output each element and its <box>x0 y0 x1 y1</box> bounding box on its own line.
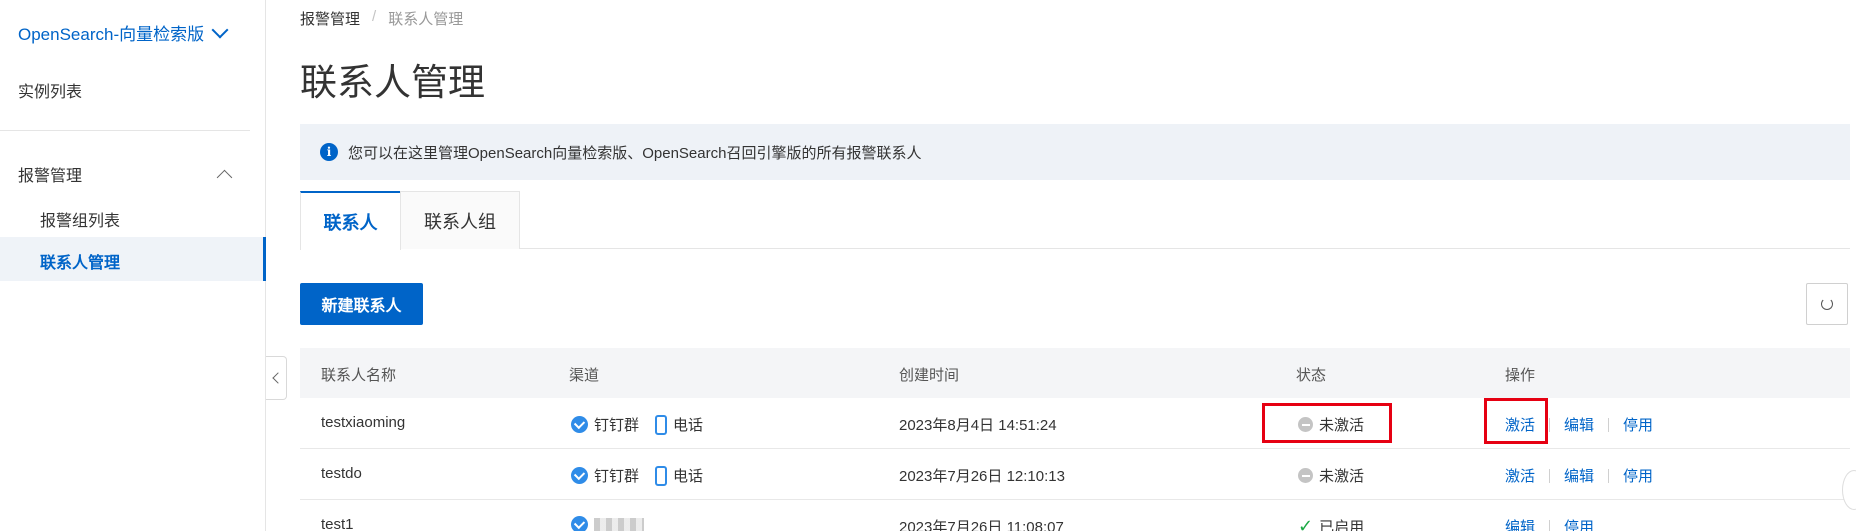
refresh-icon <box>1821 298 1833 310</box>
table-row: testdo 钉钉群 电话 2023年7月26日 12:10:13 未激活 激活… <box>300 449 1850 500</box>
action-divider <box>1608 468 1610 483</box>
contact-name: test1 <box>321 516 354 531</box>
redacted-channel <box>594 517 644 531</box>
dingtalk-icon <box>571 467 588 484</box>
disable-link[interactable]: 停用 <box>1564 516 1594 531</box>
breadcrumb: 报警管理 / 联系人管理 <box>300 8 463 29</box>
notice-text: 您可以在这里管理OpenSearch向量检索版、OpenSearch召回引擎版的… <box>348 144 922 162</box>
status-text: 已启用 <box>1319 519 1365 531</box>
refresh-button[interactable] <box>1806 283 1848 325</box>
channel-dingtalk: 钉钉群 <box>594 417 640 434</box>
action-divider <box>1549 468 1551 483</box>
product-switcher[interactable]: OpenSearch-向量检索版 <box>18 20 229 45</box>
action-divider <box>1549 519 1551 531</box>
channel-cell: 钉钉群 电话 <box>571 414 703 435</box>
status-cell: 未激活 <box>1298 465 1364 486</box>
phone-icon <box>655 414 668 435</box>
col-header-actions: 操作 <box>1505 367 1536 384</box>
edit-link[interactable]: 编辑 <box>1505 516 1535 531</box>
sidebar-group-alert[interactable]: 报警管理 <box>18 162 238 186</box>
chevron-down-icon <box>211 21 229 38</box>
actions-cell: 编辑 停用 <box>1505 516 1594 531</box>
channel-dingtalk: 钉钉群 <box>594 468 640 485</box>
new-contact-button[interactable]: 新建联系人 <box>300 283 423 325</box>
contact-name: testxiaoming <box>321 414 406 431</box>
activate-link[interactable]: 激活 <box>1505 465 1535 486</box>
table-row: test1 2023年7月26日 11:08:07 ✓ 已启用 编辑 停用 <box>300 500 1850 531</box>
col-header-created: 创建时间 <box>899 367 960 384</box>
tab-bar: 联系人 联系人组 <box>300 191 1850 250</box>
created-time: 2023年8月4日 14:51:24 <box>899 417 1057 434</box>
actions-cell: 激活 编辑 停用 <box>1505 465 1653 486</box>
table-header: 联系人名称 渠道 创建时间 状态 操作 <box>300 348 1850 398</box>
created-time: 2023年7月26日 12:10:13 <box>899 468 1065 485</box>
sidebar-item-alert-groups[interactable]: 报警组列表 <box>40 207 120 231</box>
info-notice: i 您可以在这里管理OpenSearch向量检索版、OpenSearch召回引擎… <box>300 124 1850 180</box>
edit-link[interactable]: 编辑 <box>1564 465 1594 486</box>
created-time: 2023年7月26日 11:08:07 <box>899 519 1064 531</box>
breadcrumb-current: 联系人管理 <box>388 11 464 28</box>
disable-link[interactable]: 停用 <box>1623 414 1653 435</box>
col-header-channel: 渠道 <box>569 367 600 384</box>
edit-link[interactable]: 编辑 <box>1564 414 1594 435</box>
tab-contacts[interactable]: 联系人 <box>300 191 401 250</box>
status-highlight-box <box>1262 403 1392 443</box>
dingtalk-icon <box>571 516 588 531</box>
sidebar-item-label: 联系人管理 <box>40 255 121 272</box>
sidebar-item-contacts[interactable]: 联系人管理 <box>0 237 266 281</box>
sidebar-group-label: 报警管理 <box>18 168 83 185</box>
sidebar: OpenSearch-向量检索版 实例列表 报警管理 报警组列表 联系人管理 <box>0 0 266 531</box>
sidebar-collapse-button[interactable] <box>266 356 287 400</box>
channel-cell: 钉钉群 电话 <box>571 465 703 486</box>
check-icon: ✓ <box>1298 516 1314 531</box>
info-icon: i <box>320 143 338 161</box>
activate-highlight-box <box>1484 398 1548 444</box>
contact-name: testdo <box>321 465 362 482</box>
tab-contact-groups[interactable]: 联系人组 <box>400 191 520 249</box>
table-row: testxiaoming 钉钉群 电话 2023年8月4日 14:51:24 未… <box>300 398 1850 449</box>
status-cell: ✓ 已启用 <box>1298 516 1364 531</box>
chevron-left-icon <box>272 372 284 384</box>
status-text: 未激活 <box>1319 468 1365 485</box>
page-title: 联系人管理 <box>300 62 485 103</box>
product-name: OpenSearch-向量检索版 <box>18 25 205 44</box>
dingtalk-icon <box>571 416 588 433</box>
sidebar-divider <box>0 130 250 131</box>
inactive-status-icon <box>1298 468 1313 483</box>
col-header-status: 状态 <box>1296 367 1327 384</box>
action-divider <box>1608 417 1610 432</box>
action-divider <box>1549 417 1551 432</box>
channel-phone: 电话 <box>673 417 704 434</box>
sidebar-item-instance-list[interactable]: 实例列表 <box>18 78 82 102</box>
phone-icon <box>655 465 668 486</box>
channel-cell <box>571 516 644 531</box>
chevron-up-icon <box>216 169 233 185</box>
col-header-name: 联系人名称 <box>321 367 397 384</box>
breadcrumb-separator: / <box>372 8 377 25</box>
breadcrumb-parent[interactable]: 报警管理 <box>300 8 360 29</box>
disable-link[interactable]: 停用 <box>1623 465 1653 486</box>
channel-phone: 电话 <box>673 468 704 485</box>
